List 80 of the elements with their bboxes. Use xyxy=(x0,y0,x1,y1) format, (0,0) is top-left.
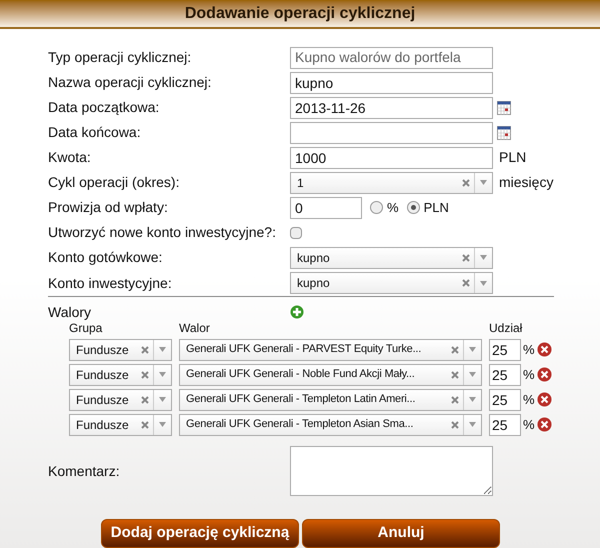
delete-icon[interactable] xyxy=(536,417,552,432)
clear-icon[interactable] xyxy=(462,254,470,262)
dropdown-arrow-icon[interactable] xyxy=(159,422,166,427)
action-button[interactable]: Dodaj operację cykliczną xyxy=(101,519,299,548)
radio-label: PLN xyxy=(424,198,449,217)
dropdown-arrow-icon[interactable] xyxy=(159,397,166,402)
select-field[interactable]: Generali UFK Generali - Noble Fund Akcji Mały... xyxy=(179,364,482,386)
share-field[interactable]: 25 xyxy=(489,338,521,360)
calendar-icon[interactable] xyxy=(497,100,511,114)
radio-label: % xyxy=(387,198,399,217)
action-button[interactable]: Anuluj xyxy=(302,519,500,548)
text-field[interactable]: 1000 xyxy=(290,146,493,168)
comment-field[interactable] xyxy=(290,446,493,496)
select-field[interactable]: Fundusze xyxy=(69,414,172,436)
clear-icon[interactable] xyxy=(451,346,459,354)
clear-icon[interactable] xyxy=(141,396,149,404)
clear-icon[interactable] xyxy=(451,420,459,428)
unit-label: miesięcy xyxy=(499,173,554,192)
field-label: Nazwa operacji cyklicznej: xyxy=(48,73,212,92)
field-label: Komentarz: xyxy=(48,462,121,480)
field-label: Cykl operacji (okres): xyxy=(48,173,180,192)
date-field[interactable]: 2013-11-26 xyxy=(290,96,493,118)
select-field[interactable]: 1 xyxy=(290,172,493,194)
delete-icon[interactable] xyxy=(536,367,552,382)
dropdown-arrow-icon[interactable] xyxy=(480,180,487,185)
column-header: Grupa xyxy=(69,320,104,337)
dropdown-arrow-icon[interactable] xyxy=(469,372,476,377)
checkbox[interactable] xyxy=(290,226,302,238)
dropdown-arrow-icon[interactable] xyxy=(469,422,476,427)
add-icon[interactable] xyxy=(290,305,304,319)
share-field[interactable]: 25 xyxy=(489,414,521,436)
dialog-header: Dodawanie operacji cyklicznej xyxy=(0,0,600,29)
column-header: Walor xyxy=(179,320,211,337)
clear-icon[interactable] xyxy=(462,178,470,186)
column-header: Udział xyxy=(489,320,522,337)
select-field[interactable]: Fundusze xyxy=(69,388,172,410)
text-field[interactable]: 0 xyxy=(290,196,362,218)
clear-icon[interactable] xyxy=(462,279,470,287)
delete-icon[interactable] xyxy=(536,342,552,357)
clear-icon[interactable] xyxy=(141,370,149,378)
radio-button[interactable] xyxy=(406,201,420,214)
select-field[interactable]: Generali UFK Generali - Templeton Latin Ameri... xyxy=(179,388,482,410)
delete-icon[interactable] xyxy=(536,392,552,407)
percent-label: % xyxy=(523,366,535,384)
field-label: Data końcowa: xyxy=(48,123,142,142)
clear-icon[interactable] xyxy=(451,370,459,378)
dropdown-arrow-icon[interactable] xyxy=(469,347,476,352)
select-field[interactable]: Generali UFK Generali - Templeton Asian Sma... xyxy=(179,414,482,436)
clear-icon[interactable] xyxy=(451,396,459,404)
calendar-icon[interactable] xyxy=(497,126,511,140)
dropdown-arrow-icon[interactable] xyxy=(469,397,476,402)
dropdown-arrow-icon[interactable] xyxy=(480,280,487,286)
dropdown-arrow-icon[interactable] xyxy=(159,372,166,377)
field-label: Prowizja od wpłaty: xyxy=(48,198,169,217)
percent-label: % xyxy=(523,416,535,434)
field-label: Utworzyć nowe konto inwestycyjne?: xyxy=(48,223,277,242)
select-field[interactable]: kupno xyxy=(290,246,493,268)
text-field[interactable]: kupno xyxy=(290,72,493,94)
percent-label: % xyxy=(523,390,535,409)
field-label: Data początkowa: xyxy=(48,98,160,117)
field-label: Typ operacji cyklicznej: xyxy=(48,48,192,67)
field-label: Kwota: xyxy=(48,148,92,167)
clear-icon[interactable] xyxy=(141,346,149,354)
clear-icon[interactable] xyxy=(141,420,149,428)
dropdown-arrow-icon[interactable] xyxy=(159,347,166,352)
dropdown-arrow-icon[interactable] xyxy=(480,255,487,260)
share-field[interactable]: 25 xyxy=(489,388,521,410)
field-label: Konto inwestycyjne: xyxy=(48,274,173,293)
share-field[interactable]: 25 xyxy=(489,364,521,386)
radio-button[interactable] xyxy=(370,201,383,214)
percent-label: % xyxy=(523,340,535,359)
date-field[interactable] xyxy=(290,122,493,144)
select-field[interactable]: kupno xyxy=(290,272,493,294)
select-field[interactable]: Fundusze xyxy=(69,364,172,386)
field-label: Konto gotówkowe: xyxy=(48,248,164,267)
select-field[interactable]: Fundusze xyxy=(69,338,172,360)
unit-label: PLN xyxy=(499,148,526,167)
readonly-field: Kupno walorów do portfela xyxy=(290,46,493,68)
select-field[interactable]: Generali UFK Generali - PARVEST Equity Turke... xyxy=(179,338,482,360)
section-label: Walory xyxy=(48,302,92,322)
